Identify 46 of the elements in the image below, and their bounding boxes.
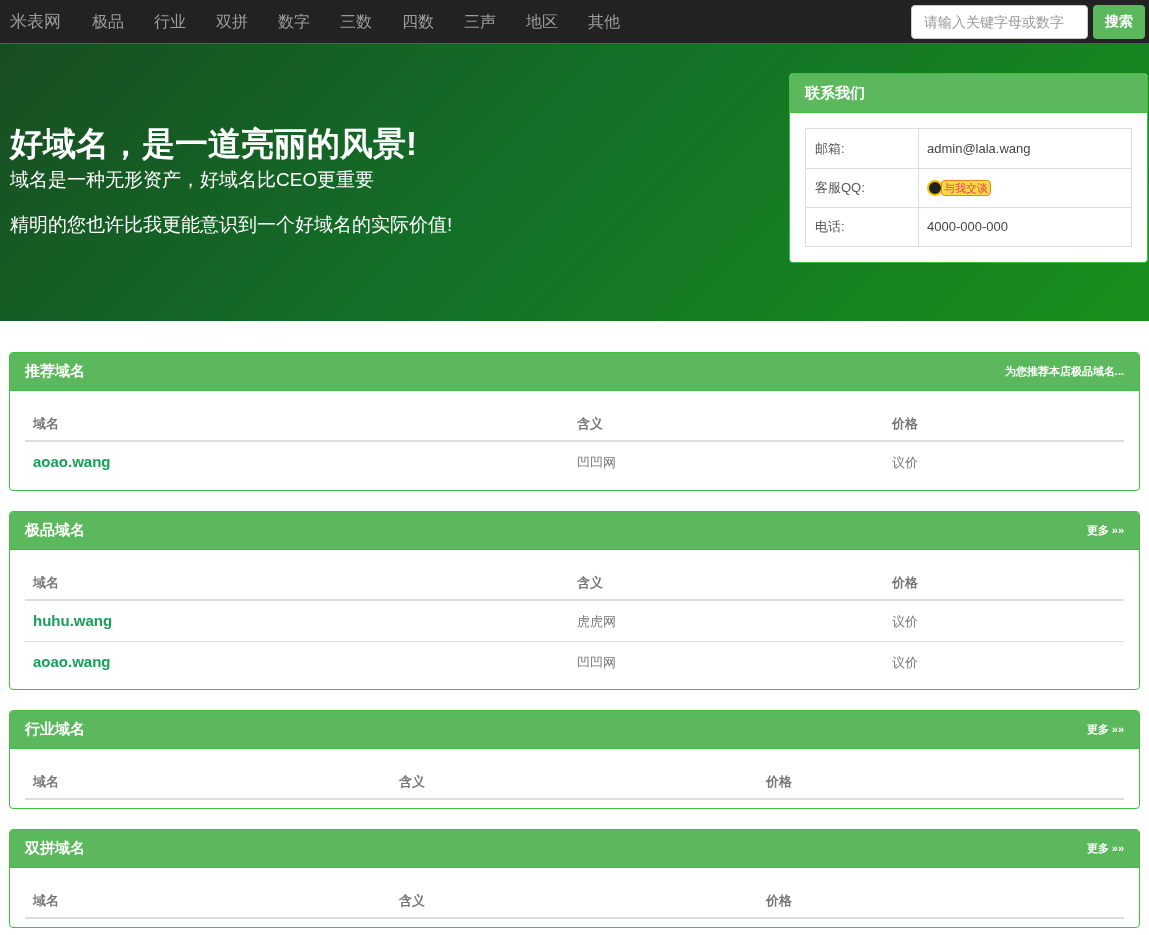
contact-value: 4000-000-000 <box>927 218 1008 237</box>
column-header: 含义 <box>577 575 603 590</box>
domain-link[interactable]: aoao.wang <box>33 453 111 470</box>
nav-link[interactable]: 数字 <box>278 9 310 34</box>
chat-button[interactable]: 与我交谈 <box>941 180 991 196</box>
table-cell: 议价 <box>892 455 919 470</box>
hero-title: 好域名，是一道亮丽的风景! <box>10 124 418 164</box>
column-header: 域名 <box>33 774 59 789</box>
contact-value: admin@lala.wang <box>927 139 1031 158</box>
nav-link[interactable]: 行业 <box>154 9 186 34</box>
column-header: 含义 <box>399 774 426 789</box>
column-header: 域名 <box>33 575 59 590</box>
nav-link[interactable]: 双拼 <box>216 9 248 34</box>
table-cell: 议价 <box>892 654 919 670</box>
nav-link[interactable]: 地区 <box>526 9 558 34</box>
domain-link[interactable]: huhu.wang <box>33 612 113 629</box>
column-header: 含义 <box>577 416 603 431</box>
panel-title: 联系我们 <box>805 82 865 103</box>
column-header: 价格 <box>892 416 919 431</box>
panel-title: 极品域名 <box>25 520 85 541</box>
column-header: 价格 <box>765 774 792 789</box>
nav-link[interactable]: 四数 <box>402 9 434 34</box>
nav-link[interactable]: 极品 <box>92 9 124 34</box>
panel-title: 推荐域名 <box>25 361 85 382</box>
nav-link[interactable]: 其他 <box>588 9 620 34</box>
nav-link[interactable]: 三声 <box>464 9 496 34</box>
column-header: 含义 <box>399 893 426 908</box>
brand-link[interactable]: 米表网 <box>10 8 61 35</box>
contact-label: 邮箱: <box>815 139 845 158</box>
column-header: 价格 <box>765 893 792 908</box>
table-cell: 议价 <box>892 614 919 629</box>
hero-subtitle: 域名是一种无形资产，好域名比CEO更重要 <box>10 168 376 192</box>
table-cell: 凹凹网 <box>577 654 616 670</box>
contact-label: 客服QQ: <box>815 179 865 198</box>
domain-link[interactable]: aoao.wang <box>33 652 111 670</box>
column-header: 价格 <box>892 575 919 590</box>
hero-text: 精明的您也许比我更能意识到一个好域名的实际价值! <box>10 212 453 237</box>
panel-title: 双拼域名 <box>25 838 85 859</box>
column-header: 域名 <box>33 893 59 908</box>
table-cell: 虎虎网 <box>577 614 616 629</box>
column-header: 域名 <box>33 416 59 431</box>
contact-label: 电话: <box>815 218 845 237</box>
nav-link[interactable]: 三数 <box>340 9 372 34</box>
panel-title: 行业域名 <box>25 719 85 740</box>
search-field[interactable]: 请输入关键字母或数字 <box>911 4 1088 39</box>
table-cell: 凹凹网 <box>577 455 616 470</box>
